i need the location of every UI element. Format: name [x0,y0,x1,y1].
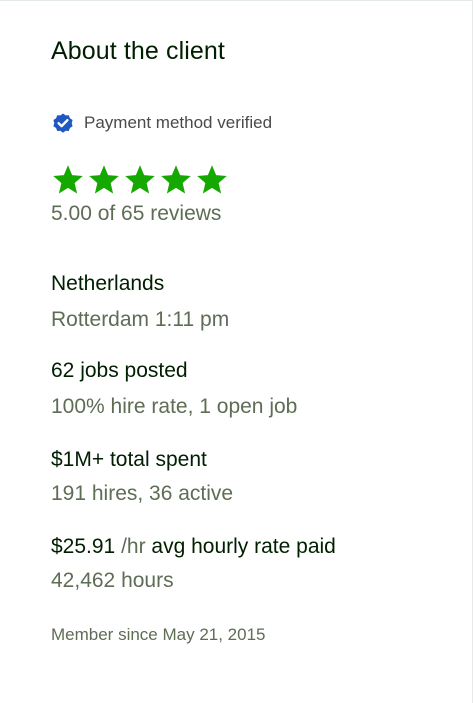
hours-total: 42,462 hours [51,569,174,592]
star-icon [159,163,193,197]
hire-rate: 100% hire rate, 1 open job [51,395,298,418]
hires-count: 191 hires, 36 active [51,482,234,505]
member-since: Member since May 21, 2015 [51,625,266,644]
payment-verified-row: Payment method verified [51,110,272,136]
verified-badge-icon [51,111,75,135]
jobs-posted: 62 jobs posted [51,359,188,382]
section-title: About the client [51,37,225,65]
payment-verified-label: Payment method verified [84,113,273,132]
client-city-time: Rotterdam 1:11 pm [51,308,230,331]
star-icon [195,163,229,197]
star-icon [87,163,121,197]
reviews-summary: 5.00 of 65 reviews [51,202,222,225]
rating-stars [51,163,231,197]
hourly-rate-label: avg hourly rate paid [145,535,336,558]
client-country: Netherlands [51,272,165,295]
hourly-rate-amount: $25.91 [51,535,116,558]
hourly-rate-unit: /hr [115,535,146,558]
star-icon [123,163,157,197]
about-client-panel: About the client Payment method verified… [0,0,473,703]
total-spent: $1M+ total spent [51,448,207,471]
star-icon [51,163,85,197]
avg-hourly-rate: $25.91 /hr avg hourly rate paid [51,535,336,559]
